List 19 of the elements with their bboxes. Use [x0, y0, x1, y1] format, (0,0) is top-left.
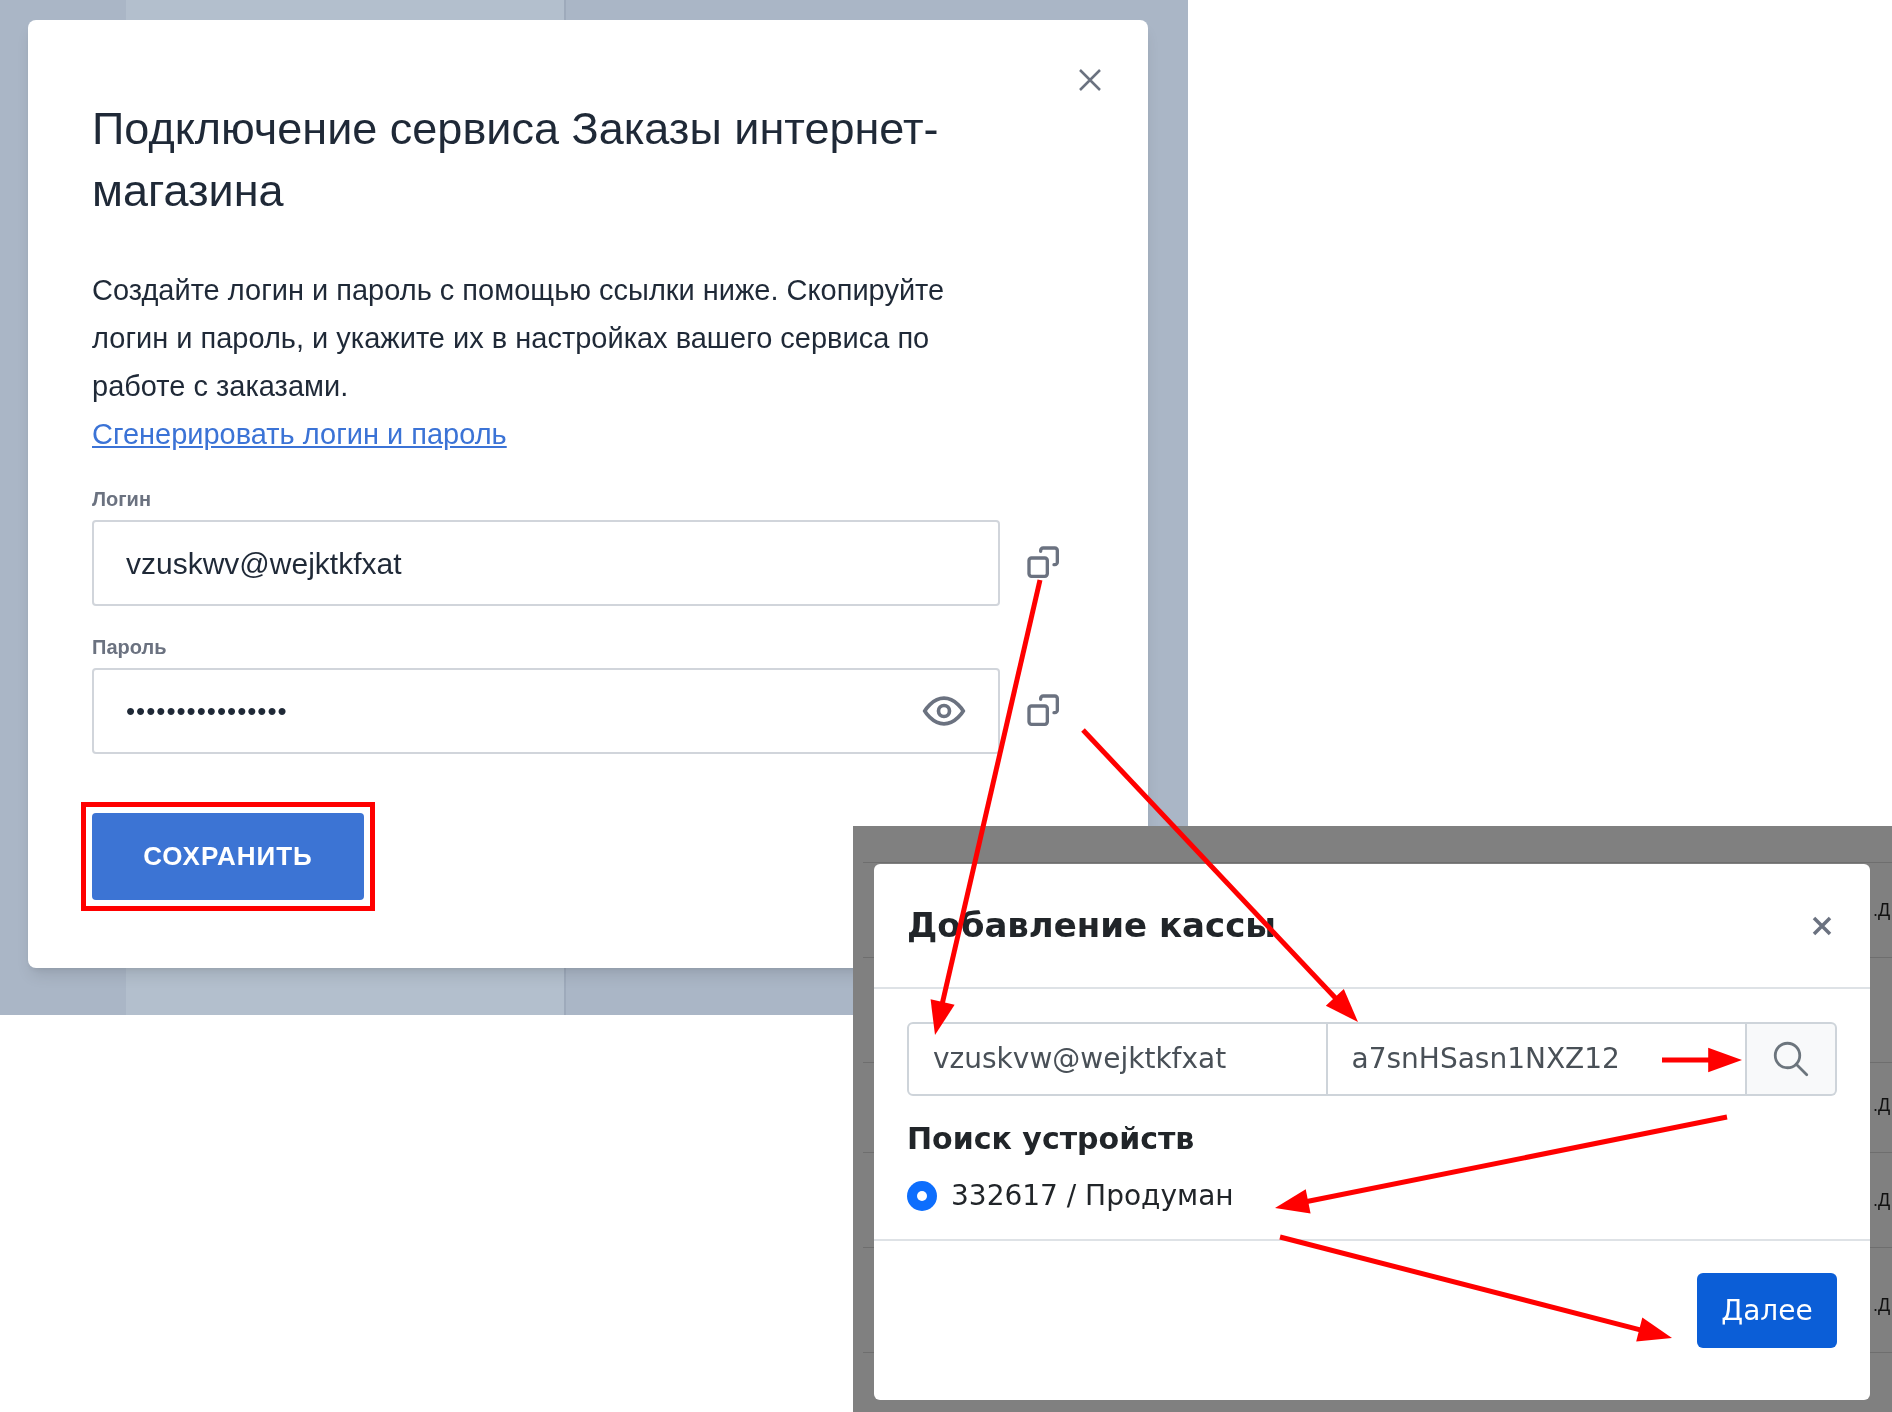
section-title: Поиск устройств [907, 1120, 1196, 1158]
dialog-description: Создайте логин и пароль с помощью ссылки ниже. Скопируйте логин и пароль, и укажите их в настройках вашего сервиса по работе с заказами. [92, 273, 946, 404]
search-button[interactable] [1747, 1022, 1837, 1096]
password-field[interactable]: a7snHSasn1NXZ12 [1327, 1022, 1748, 1096]
dialog-title: Подключение сервиса Заказы интернет-магазина [92, 102, 940, 218]
background-text: .Д [1873, 1094, 1891, 1116]
device-label: 332617 / Продуман [951, 1178, 1234, 1214]
field-label: Пароль [92, 635, 168, 660]
generate-link[interactable]: Сгенерировать логин и пароль [92, 410, 507, 458]
next-button[interactable]: Далее [1697, 1273, 1837, 1348]
login-field[interactable]: vzuskvw@wejktkfxat [907, 1022, 1328, 1096]
field-label: Логин [92, 487, 152, 512]
password-field[interactable]: •••••••••••••••• [92, 668, 1000, 754]
background-text: .Д [1873, 1294, 1891, 1316]
background-text: .Д [1873, 1189, 1891, 1211]
background-text: .Д [1873, 899, 1891, 921]
login-field[interactable]: vzuskwv@wejktkfxat [92, 520, 1000, 606]
save-button[interactable]: СОХРАНИТЬ [92, 813, 364, 900]
radio-button[interactable] [907, 1181, 937, 1211]
